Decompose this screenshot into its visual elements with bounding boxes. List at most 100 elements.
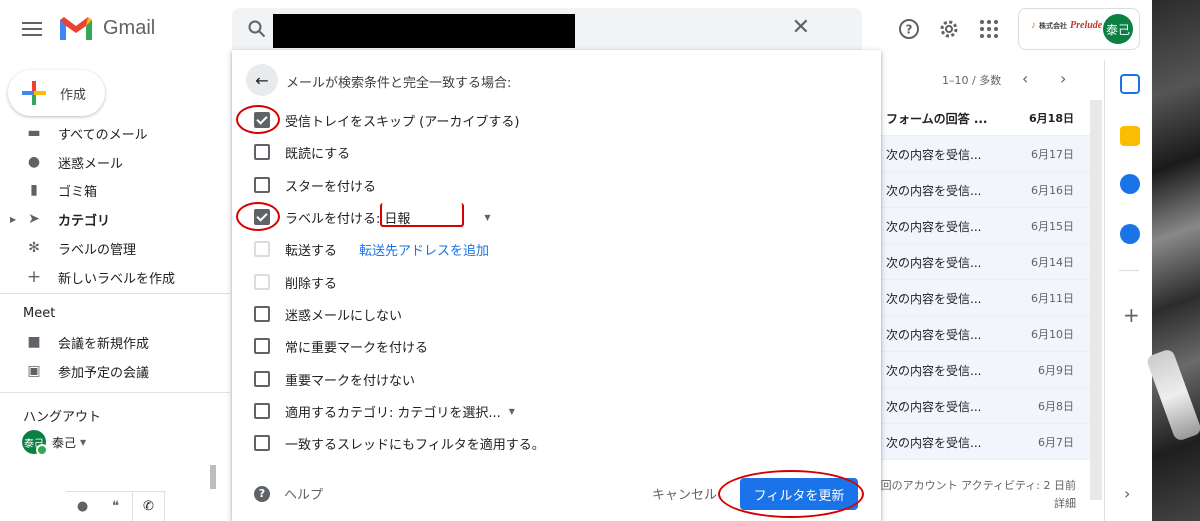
settings-gear-icon[interactable]: [938, 18, 960, 40]
help-label: ヘルプ: [284, 488, 324, 503]
never-important-checkbox[interactable]: [254, 371, 270, 387]
table-row[interactable]: 次の内容を受信... 6月14日: [880, 244, 1090, 280]
sidebar-item-label: ゴミ箱: [58, 184, 98, 200]
always-important-label: 常に重要マークを付ける: [285, 340, 429, 356]
always-important-checkbox[interactable]: [254, 338, 270, 354]
email-subject: 次の内容を受信...: [886, 436, 982, 450]
expand-arrow-icon[interactable]: ▶: [10, 215, 16, 224]
help-question-icon: ?: [254, 485, 270, 502]
sidebar-item-create-label[interactable]: + 新しいラベルを作成: [0, 263, 230, 291]
sidebar-item-categories[interactable]: ▶ ➤ カテゴリ: [0, 205, 230, 233]
phone-icon[interactable]: ✆: [132, 492, 165, 521]
prev-page-icon[interactable]: ‹: [1022, 69, 1028, 88]
category-checkbox[interactable]: [254, 403, 270, 419]
list-scrollbar[interactable]: [1090, 100, 1102, 500]
label-icon: ➤: [28, 211, 40, 227]
sidebar-item-label: 新しいラベルを作成: [58, 271, 176, 287]
side-panel-divider: [1119, 270, 1139, 271]
table-row[interactable]: 次の内容を受信... 6月8日: [880, 388, 1090, 424]
apps-grid-icon[interactable]: [978, 18, 1000, 40]
forward-checkbox[interactable]: [254, 241, 270, 257]
help-link[interactable]: ? ヘルプ: [254, 484, 323, 503]
side-panel: + ›: [1104, 60, 1152, 521]
category-select[interactable]: カテゴリを選択... ▼: [397, 402, 515, 421]
next-page-icon[interactable]: ›: [1060, 69, 1066, 88]
annotation-circle-apply-label: [236, 202, 280, 231]
filter-option-always-important: 常に重要マークを付ける: [254, 335, 428, 357]
add-forwarding-address-link[interactable]: 転送先アドレスを追加: [359, 240, 489, 259]
hangouts-tabs: ● ❝ ✆: [66, 491, 166, 521]
clear-search-icon[interactable]: ✕: [792, 17, 810, 39]
email-subject: 次の内容を受信...: [886, 328, 982, 342]
email-subject: 次の内容を受信...: [886, 220, 982, 234]
mark-read-checkbox[interactable]: [254, 144, 270, 160]
apply-matching-checkbox[interactable]: [254, 435, 270, 451]
app-name: Gmail: [103, 16, 156, 39]
table-row[interactable]: フォームの回答 ... 6月18日: [880, 100, 1090, 136]
account-activity-details-link[interactable]: 詳細: [876, 495, 1076, 513]
sidebar-item-label: 迷惑メール: [58, 156, 124, 172]
redacted-search-query[interactable]: [273, 14, 575, 48]
calendar-addon-icon[interactable]: [1120, 74, 1140, 94]
search-icon[interactable]: [248, 20, 266, 38]
delete-checkbox[interactable]: [254, 274, 270, 290]
contacts-addon-icon[interactable]: [1120, 224, 1140, 244]
list-toolbar: 1–10 / 多数 ‹ ›: [880, 60, 1090, 98]
never-spam-checkbox[interactable]: [254, 306, 270, 322]
hangouts-user-name: 泰己: [52, 435, 77, 450]
table-row[interactable]: 次の内容を受信... 6月9日: [880, 352, 1090, 388]
email-date: 6月8日: [1038, 400, 1074, 413]
hangouts-chat-icon[interactable]: ❝: [99, 492, 132, 521]
table-row[interactable]: 次の内容を受信... 6月11日: [880, 280, 1090, 316]
annotation-circle-update-button: [718, 470, 864, 518]
tasks-addon-icon[interactable]: [1120, 174, 1140, 194]
main-menu-icon[interactable]: [20, 18, 44, 42]
hangouts-avatar: 泰己: [22, 430, 48, 456]
account-switcher[interactable]: ♪ 株式会社 Prelude 泰己: [1018, 8, 1140, 50]
sidebar-item-all-mail[interactable]: ▬ すべてのメール: [0, 119, 230, 147]
email-date: 6月14日: [1031, 256, 1074, 269]
sidebar-item-new-meeting[interactable]: ■ 会議を新規作成: [0, 328, 230, 356]
help-icon[interactable]: ?: [898, 18, 920, 40]
email-subject: 次の内容を受信...: [886, 364, 982, 378]
expand-panel-chevron-icon[interactable]: ›: [1124, 484, 1130, 503]
sidebar-item-manage-labels[interactable]: ✻ ラベルの管理: [0, 234, 230, 262]
sidebar-item-spam[interactable]: ● 迷惑メール: [0, 148, 230, 176]
account-avatar[interactable]: 泰己: [1103, 14, 1133, 44]
table-row[interactable]: 次の内容を受信... 6月10日: [880, 316, 1090, 352]
filter-option-never-important: 重要マークを付けない: [254, 368, 415, 390]
never-spam-label: 迷惑メールにしない: [285, 308, 403, 324]
email-subject: 次の内容を受信...: [886, 400, 982, 414]
back-arrow-icon[interactable]: ←: [246, 64, 278, 96]
table-row[interactable]: 次の内容を受信... 6月7日: [880, 424, 1090, 460]
sidebar-item-join-meeting[interactable]: ▣ 参加予定の会議: [0, 357, 230, 385]
email-date: 6月17日: [1031, 148, 1074, 161]
sidebar-item-trash[interactable]: ▮ ゴミ箱: [0, 176, 230, 204]
hangouts-user[interactable]: 泰己 泰己 ▼: [22, 430, 86, 456]
email-subject: フォームの回答 ...: [886, 112, 988, 126]
never-important-label: 重要マークを付けない: [285, 373, 416, 389]
contacts-person-icon[interactable]: ●: [66, 492, 99, 521]
gmail-m-icon: [60, 17, 92, 40]
table-row[interactable]: 次の内容を受信... 6月16日: [880, 172, 1090, 208]
get-addons-plus-icon[interactable]: +: [1123, 303, 1140, 327]
email-subject: 次の内容を受信...: [886, 292, 982, 306]
account-activity-text: 回のアカウント アクティビティ: 2 日前: [880, 479, 1076, 492]
table-row[interactable]: 次の内容を受信... 6月17日: [880, 136, 1090, 172]
spam-icon: ●: [27, 154, 41, 170]
apply-label-label: ラベルを付ける:: [285, 211, 381, 227]
gmail-logo[interactable]: Gmail: [58, 14, 155, 42]
email-date: 6月18日: [1029, 112, 1074, 125]
star-checkbox[interactable]: [254, 177, 270, 193]
sidebar-scrollbar[interactable]: [210, 465, 216, 489]
compose-button[interactable]: 作成: [8, 70, 105, 116]
chevron-down-icon[interactable]: ▼: [80, 438, 86, 447]
email-date: 6月7日: [1038, 436, 1074, 449]
page-info: 1–10 / 多数: [942, 74, 1002, 87]
keep-addon-icon[interactable]: [1120, 126, 1140, 146]
email-subject: 次の内容を受信...: [886, 184, 982, 198]
table-row[interactable]: 次の内容を受信... 6月15日: [880, 208, 1090, 244]
sidebar-divider: [0, 293, 230, 294]
cancel-button[interactable]: キャンセル: [652, 484, 717, 503]
search-bar[interactable]: ✕: [232, 8, 862, 50]
